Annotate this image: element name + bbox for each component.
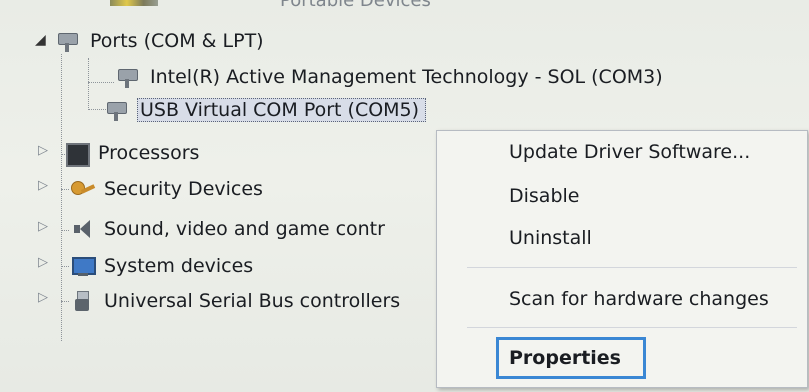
tree-item-usb-virtual-com-port[interactable]: USB Virtual COM Port (COM5) [103, 95, 427, 125]
tree-item-label: Processors [98, 142, 200, 164]
menu-separator [467, 267, 797, 268]
device-manager-screen: Portable Devices ◢ Ports (COM & LPT) Int… [0, 0, 809, 392]
tree-guide-line [61, 54, 62, 341]
speaker-icon [68, 217, 96, 241]
tree-item-system-devices[interactable]: System devices [68, 251, 253, 281]
partial-portable-devices-row: Portable Devices [110, 0, 450, 12]
tree-item-processors[interactable]: Processors [62, 138, 199, 168]
menu-item-disable[interactable]: Disable [509, 185, 579, 207]
menu-item-scan-hardware[interactable]: Scan for hardware changes [509, 288, 769, 310]
tree-item-label: USB Virtual COM Port (COM5) [137, 98, 427, 122]
partial-label: Portable Devices [280, 0, 431, 11]
menu-separator [467, 327, 797, 328]
tree-guide-branch [88, 82, 114, 83]
tree-item-label: System devices [104, 255, 254, 277]
expand-arrow-icon[interactable]: ▷ [38, 290, 48, 305]
system-device-icon [68, 254, 96, 278]
expand-arrow-icon[interactable]: ▷ [38, 219, 48, 234]
menu-item-update-driver[interactable]: Update Driver Software... [509, 141, 750, 163]
portable-device-icon [110, 0, 158, 6]
usb-icon [68, 289, 96, 313]
tree-item-ports[interactable]: Ports (COM & LPT) [54, 26, 264, 56]
tree-item-label: Sound, video and game contr [104, 218, 385, 240]
tree-item-label: Ports (COM & LPT) [90, 30, 264, 52]
processor-icon [62, 141, 90, 167]
properties-highlight-box [496, 337, 646, 379]
tree-item-label: Security Devices [104, 178, 263, 200]
expand-arrow-icon[interactable]: ▷ [38, 255, 48, 270]
tree-guide-line-ports [88, 58, 89, 110]
tree-item-label: Universal Serial Bus controllers [104, 290, 401, 312]
tree-item-usb-controllers[interactable]: Universal Serial Bus controllers [68, 286, 400, 316]
tree-item-sound-video-game[interactable]: Sound, video and game contr [68, 214, 385, 244]
tree-item-security-devices[interactable]: Security Devices [68, 174, 263, 204]
collapse-arrow-icon[interactable]: ◢ [35, 32, 46, 48]
port-icon [103, 98, 131, 122]
tree-item-intel-amt-sol[interactable]: Intel(R) Active Management Technology - … [114, 62, 663, 92]
port-icon [54, 29, 82, 53]
expand-arrow-icon[interactable]: ▷ [38, 143, 48, 158]
tree-item-label: Intel(R) Active Management Technology - … [150, 66, 663, 88]
expand-arrow-icon[interactable]: ▷ [38, 178, 48, 193]
menu-item-uninstall[interactable]: Uninstall [509, 227, 592, 249]
port-icon [114, 65, 142, 89]
security-device-icon [68, 177, 96, 201]
